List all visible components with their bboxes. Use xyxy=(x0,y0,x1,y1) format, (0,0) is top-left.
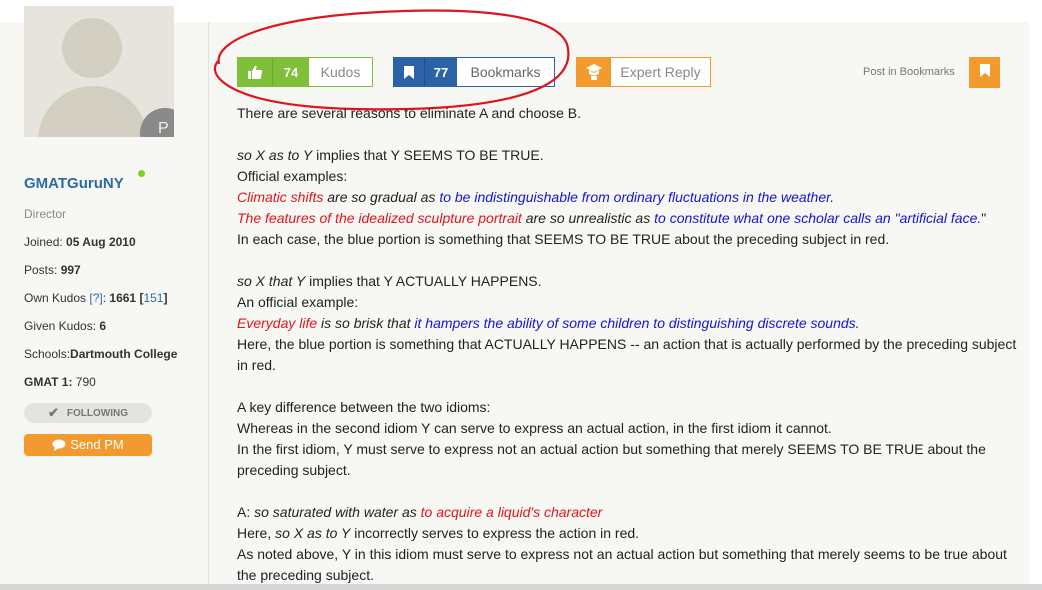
gmat-label: GMAT 1: xyxy=(24,375,73,389)
post-in-bookmarks-link[interactable]: Post in Bookmarks xyxy=(863,66,955,78)
post-line: As noted above, Y in this idiom must ser… xyxy=(237,546,1007,583)
posts-info: Posts: 997 xyxy=(24,263,81,277)
expert-reply-label: Expert Reply xyxy=(611,58,710,86)
own-kudos-help-link[interactable]: [?] xyxy=(89,291,102,305)
speech-bubble-icon xyxy=(52,436,66,458)
post-line: so X that Y implies that Y ACTUALLY HAPP… xyxy=(237,273,542,289)
post-line: There are several reasons to eliminate A… xyxy=(237,105,581,121)
avatar-badge: P xyxy=(140,108,174,137)
joined-label: Joined: xyxy=(24,235,63,249)
following-label: FOLLOWING xyxy=(66,408,128,419)
post-line: Here, the blue portion is something that… xyxy=(237,336,1017,373)
send-pm-label: Send PM xyxy=(70,437,124,452)
post-body: There are several reasons to eliminate A… xyxy=(237,103,1027,586)
gmat-value: 790 xyxy=(75,375,96,389)
post-line: A: so saturated with water as to acquire… xyxy=(237,504,603,520)
own-kudos-value: 1661 xyxy=(109,291,137,305)
user-rank: Director xyxy=(24,207,67,221)
post-line: An official example: xyxy=(237,294,359,310)
check-icon: ✔ xyxy=(47,405,59,420)
bookmark-icon xyxy=(979,63,991,83)
post-line: Everyday life is so brisk that it hamper… xyxy=(237,315,860,331)
posts-value: 997 xyxy=(60,263,81,277)
post-line: In the first idiom, Y must serve to expr… xyxy=(237,441,986,478)
avatar-body-shape xyxy=(38,86,148,137)
post-line: In each case, the blue portion is someth… xyxy=(237,231,890,247)
schools-value: Dartmouth College xyxy=(70,347,178,361)
post-line: A key difference between the two idioms: xyxy=(237,399,491,415)
post-line: The features of the idealized sculpture … xyxy=(237,210,987,226)
horizontal-scrollbar[interactable] xyxy=(0,584,1042,590)
online-status-dot xyxy=(138,170,145,177)
gmat-info: GMAT 1: 790 xyxy=(24,375,96,389)
post-line: Official examples: xyxy=(237,168,348,184)
joined-info: Joined: 05 Aug 2010 xyxy=(24,235,136,249)
expert-reply-button[interactable]: Expert Reply xyxy=(576,57,711,87)
post-line: Climatic shifts are so gradual as to be … xyxy=(237,189,835,205)
own-kudos-info: Own Kudos [?]: 1661 [151] xyxy=(24,291,168,305)
following-button[interactable]: ✔ FOLLOWING xyxy=(24,403,152,423)
given-kudos-info: Given Kudos: 6 xyxy=(24,319,106,333)
posts-label: Posts: xyxy=(24,263,58,277)
given-kudos-value: 6 xyxy=(99,319,107,333)
post-line: so X as to Y implies that Y SEEMS TO BE … xyxy=(237,147,544,163)
post-line: Whereas in the second idiom Y can serve … xyxy=(237,420,832,436)
own-kudos-label: Own Kudos xyxy=(24,291,87,305)
schools-info: Schools:Dartmouth College xyxy=(24,347,177,361)
username[interactable]: GMATGuruNY xyxy=(24,175,124,192)
bookmark-post-button[interactable] xyxy=(969,57,1000,88)
avatar[interactable]: P xyxy=(24,6,174,137)
avatar-head-shape xyxy=(62,18,122,78)
post-line: Here, so X as to Y incorrectly serves to… xyxy=(237,525,640,541)
graduate-icon xyxy=(577,58,611,86)
schools-label: Schools: xyxy=(24,347,71,361)
send-pm-button[interactable]: Send PM xyxy=(24,434,152,456)
joined-value: 05 Aug 2010 xyxy=(66,235,136,249)
given-kudos-label: Given Kudos: xyxy=(24,319,97,333)
own-kudos-extra-link[interactable]: 151 xyxy=(143,291,163,305)
